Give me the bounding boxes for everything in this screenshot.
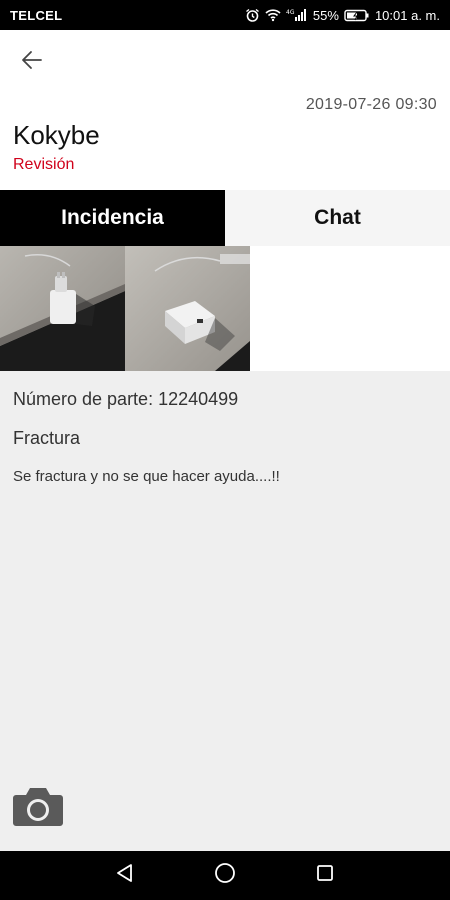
alarm-icon bbox=[245, 8, 260, 23]
nav-home-button[interactable] bbox=[207, 858, 243, 894]
incident-description: Se fractura y no se que hacer ayuda....!… bbox=[13, 468, 280, 485]
camera-button[interactable] bbox=[12, 783, 64, 829]
incident-header: 2019-07-26 09:30 Kokybe Revisión bbox=[0, 30, 450, 190]
charger-photo-2[interactable] bbox=[125, 246, 250, 371]
circle-home-icon bbox=[213, 861, 237, 890]
user-name: Kokybe bbox=[13, 120, 100, 150]
signal-icon: 4G bbox=[286, 8, 308, 22]
status-bar: TELCEL 4G 55% 10:01 a. m. bbox=[0, 0, 450, 30]
tab-incidencia[interactable]: Incidencia bbox=[0, 190, 225, 246]
back-button[interactable] bbox=[12, 46, 52, 78]
tab-chat[interactable]: Chat bbox=[225, 190, 450, 246]
camera-icon bbox=[12, 788, 64, 833]
square-recents-icon bbox=[314, 862, 336, 889]
incident-timestamp: 2019-07-26 09:30 bbox=[305, 96, 437, 113]
system-navigation-bar bbox=[0, 851, 450, 900]
part-number: Número de parte: 12240499 bbox=[13, 389, 239, 409]
charger-photo-1[interactable] bbox=[0, 246, 125, 371]
photo-gallery bbox=[0, 246, 450, 371]
battery-icon bbox=[344, 9, 370, 22]
status-label: Revisión bbox=[13, 156, 75, 173]
nav-back-button[interactable] bbox=[107, 858, 143, 894]
wifi-icon bbox=[265, 8, 281, 22]
triangle-back-icon bbox=[114, 862, 136, 889]
clock: 10:01 a. m. bbox=[374, 7, 440, 23]
nav-recents-button[interactable] bbox=[307, 858, 343, 894]
carrier-label: TELCEL bbox=[10, 7, 63, 23]
status-icons: 4G 55% 10:01 a. m. bbox=[245, 8, 440, 23]
battery-percentage: 55% bbox=[312, 7, 339, 23]
incident-category: Fractura bbox=[13, 428, 81, 448]
svg-text:4G: 4G bbox=[286, 9, 295, 16]
tab-bar: Incidencia Chat bbox=[0, 190, 450, 246]
incident-details: Número de parte: 12240499 Fractura Se fr… bbox=[0, 371, 450, 851]
arrow-left-icon bbox=[21, 50, 43, 75]
